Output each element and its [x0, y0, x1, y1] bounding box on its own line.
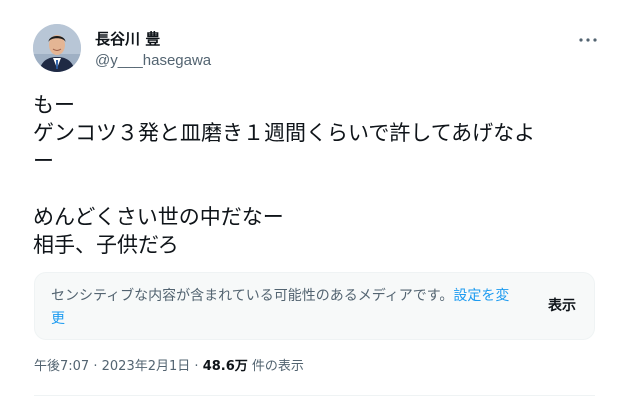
show-media-button[interactable]: 表示	[548, 297, 576, 315]
meta-separator: ·	[194, 359, 199, 374]
tweet-text-line: 相手、子供だろ	[33, 233, 179, 257]
tweet-text-line: ゲンコツ３発と皿磨き１週間くらいで許してあげなよ	[33, 121, 536, 145]
tweet-text-line	[33, 175, 593, 203]
warning-message: センシティブな内容が含まれている可能性のあるメディアです。	[51, 288, 454, 304]
avatar[interactable]	[33, 24, 81, 72]
author-display-name[interactable]: 長谷川 豊	[95, 30, 160, 48]
tweet-time[interactable]: 午後7:07	[34, 359, 89, 374]
avatar-photo-icon	[33, 24, 81, 72]
view-count: 48.6万	[202, 359, 248, 374]
meta-separator: ·	[93, 359, 98, 374]
sensitive-media-warning: センシティブな内容が含まれている可能性のあるメディアです。設定を変更 表示	[34, 272, 595, 340]
tweet-text: もー ゲンコツ３発と皿磨き１週間くらいで許してあげなよ ー めんどくさい世の中だ…	[33, 91, 593, 259]
tweet-metadata: 午後7:07 · 2023年2月1日 · 48.6万 件の表示	[34, 358, 304, 376]
tweet-text-line: めんどくさい世の中だなー	[33, 205, 284, 229]
more-horizontal-icon	[579, 38, 597, 42]
tweet-date[interactable]: 2023年2月1日	[102, 359, 191, 374]
tweet-text-line: もー	[33, 93, 75, 117]
view-label: 件の表示	[251, 359, 304, 374]
sensitive-media-warning-text: センシティブな内容が含まれている可能性のあるメディアです。設定を変更	[51, 285, 521, 331]
divider	[34, 395, 595, 396]
more-options-button[interactable]	[574, 30, 602, 50]
tweet-text-line: ー	[33, 149, 54, 173]
tweet-card: 長谷川 豊 @y___hasegawa もー ゲンコツ３発と皿磨き１週間くらいで…	[0, 0, 620, 413]
author-handle[interactable]: @y___hasegawa	[95, 52, 211, 70]
